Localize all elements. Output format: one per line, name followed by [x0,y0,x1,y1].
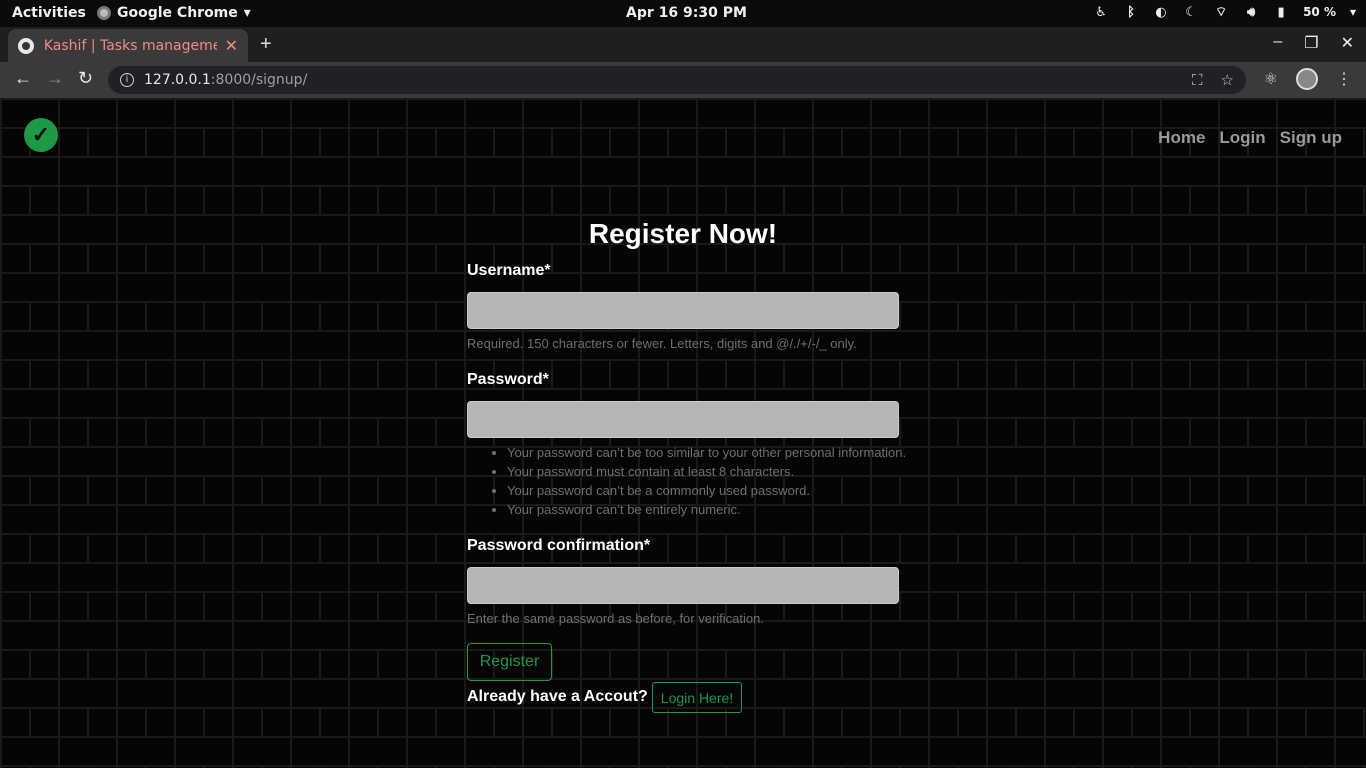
browser-tab[interactable]: Kashif | Tasks management ✕ [8,29,248,62]
nav-signup[interactable]: Sign up [1280,128,1342,148]
system-tray[interactable]: ♿ ᛒ ◐ ☾ ⌔ 🔊︎ ▮ 50 % ▾ [1093,4,1356,21]
translate-icon[interactable]: ⛶ [1192,71,1203,89]
reload-icon[interactable]: ↻ [78,68,93,89]
chevron-down-icon: ▾ [243,5,251,21]
register-button[interactable]: Register [467,643,552,681]
close-window-icon[interactable]: ✕ [1341,33,1354,53]
already-have-account-text: Already have a Accout? [467,688,648,705]
browser-toolbar: ← → ↻ i 127.0.0.1:8000/signup/ ⛶ ☆ ⚛ ⋮ [0,62,1366,98]
list-item: Your password can’t be a commonly used p… [507,481,906,500]
password-confirm-help: Enter the same password as before, for v… [467,611,764,626]
menu-kebab-icon[interactable]: ⋮ [1336,69,1352,89]
close-icon[interactable]: ✕ [225,36,238,56]
nav-login[interactable]: Login [1219,128,1265,148]
forward-icon[interactable]: → [46,68,64,89]
battery-percent[interactable]: 50 % [1303,5,1336,19]
page-title: Register Now! [588,218,778,249]
chevron-down-icon[interactable]: ▾ [1350,5,1356,19]
volume-icon[interactable]: 🔊︎ [1243,4,1259,20]
password-label: Password* [467,371,549,388]
password-rules: Your password can’t be too similar to yo… [507,443,906,519]
password-confirm-input[interactable] [467,567,899,604]
privacy-icon[interactable]: ◐ [1153,4,1169,20]
new-tab-button[interactable]: + [260,33,272,56]
page-content: ✓ Home Login Sign up Register Now! Usern… [0,98,1366,768]
username-input[interactable] [467,292,899,329]
password-confirm-label: Password confirmation* [467,537,651,554]
app-menu-label: Google Chrome [117,5,238,21]
restore-icon[interactable]: ❐ [1304,33,1318,53]
bluetooth-icon[interactable]: ᛒ [1123,4,1139,20]
react-devtools-icon[interactable]: ⚛ [1264,69,1278,89]
username-help: Required. 150 characters or fewer. Lette… [467,336,857,351]
battery-icon[interactable]: ▮ [1273,4,1289,20]
globe-icon [18,37,34,54]
activities-button[interactable]: Activities [12,5,86,21]
app-menu[interactable]: Google Chrome ▾ [97,5,251,21]
url-host: 127.0.0.1 [144,72,211,88]
address-bar[interactable]: i 127.0.0.1:8000/signup/ ⛶ ☆ [108,66,1246,94]
chrome-icon [97,6,111,20]
window-controls: – ❐ ✕ [1273,33,1354,53]
site-nav: Home Login Sign up [1158,128,1342,148]
profile-avatar[interactable] [1296,68,1318,90]
checkmark-logo-icon[interactable]: ✓ [24,118,58,152]
login-here-button[interactable]: Login Here! [652,682,742,713]
bookmark-star-icon[interactable]: ☆ [1221,71,1234,89]
url-path: :8000/signup/ [210,72,308,88]
list-item: Your password can’t be entirely numeric. [507,500,906,519]
tab-title: Kashif | Tasks management [43,37,217,54]
site-info-icon[interactable]: i [120,73,134,87]
username-label: Username* [467,262,551,279]
night-light-icon[interactable]: ☾ [1183,4,1199,20]
list-item: Your password can’t be too similar to yo… [507,443,906,462]
accessibility-icon[interactable]: ♿ [1093,4,1109,20]
nav-home[interactable]: Home [1158,128,1205,148]
list-item: Your password must contain at least 8 ch… [507,462,906,481]
back-icon[interactable]: ← [14,68,32,89]
clock[interactable]: Apr 16 9:30 PM [626,5,747,21]
tab-strip: Kashif | Tasks management ✕ + – ❐ ✕ [0,27,1366,62]
minimize-icon[interactable]: – [1273,33,1282,53]
system-top-bar: Activities Google Chrome ▾ Apr 16 9:30 P… [0,0,1366,27]
password-input[interactable] [467,401,899,438]
wifi-icon[interactable]: ⌔ [1213,4,1229,20]
